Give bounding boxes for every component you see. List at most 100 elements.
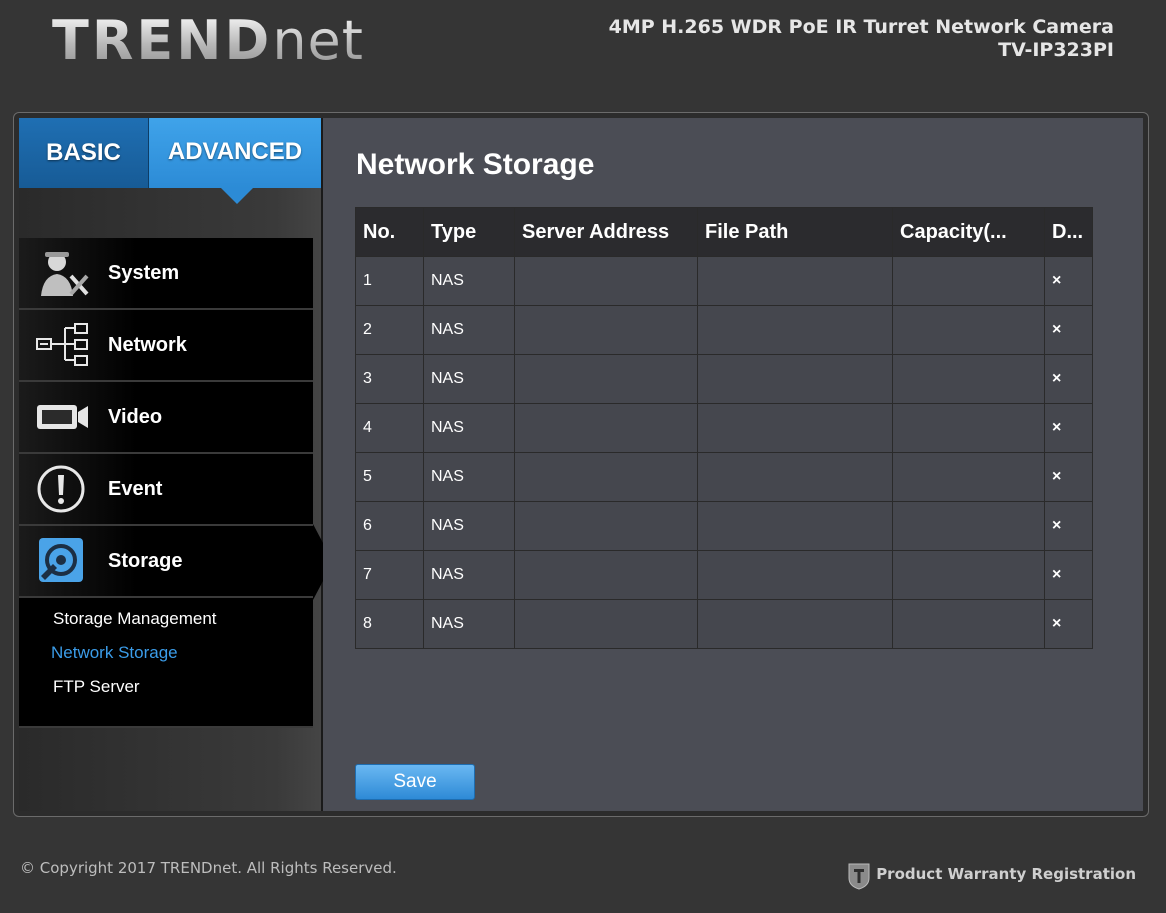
sidebar-item-system[interactable]: System	[19, 238, 313, 310]
tab-basic[interactable]: BASIC	[19, 118, 149, 188]
delete-icon[interactable]: ×	[1044, 354, 1093, 404]
table-row[interactable]: 3 NAS ×	[355, 354, 1093, 404]
submenu-storage-management[interactable]: Storage Management	[19, 602, 313, 636]
cell-server-address	[514, 354, 698, 404]
warranty-link[interactable]: Product Warranty Registration	[848, 858, 1136, 890]
cell-type: NAS	[423, 452, 515, 502]
cell-no: 1	[355, 256, 424, 306]
page-title: Network Storage	[356, 148, 595, 181]
exclamation-icon	[37, 465, 85, 513]
sidebar-item-video[interactable]: Video	[19, 382, 313, 454]
sidebar-item-label: Storage	[108, 550, 183, 572]
table-row[interactable]: 8 NAS ×	[355, 599, 1093, 649]
sidebar-item-label: Network	[108, 334, 187, 356]
cell-file-path	[697, 501, 893, 551]
copyright-text: © Copyright 2017 TRENDnet. All Rights Re…	[20, 859, 397, 877]
table-row[interactable]: 7 NAS ×	[355, 550, 1093, 600]
cell-file-path	[697, 599, 893, 649]
sidebar-menu: System Network Video Event Storage Stora…	[19, 238, 313, 728]
cell-capacity	[892, 305, 1045, 355]
video-camera-icon	[37, 405, 88, 429]
storage-icon	[39, 538, 83, 582]
active-tab-indicator	[221, 188, 253, 204]
cell-file-path	[697, 550, 893, 600]
cell-server-address	[514, 256, 698, 306]
network-storage-table: No. Type Server Address File Path Capaci…	[355, 207, 1093, 649]
table-row[interactable]: 4 NAS ×	[355, 403, 1093, 453]
cell-file-path	[697, 452, 893, 502]
cell-type: NAS	[423, 256, 515, 306]
delete-icon[interactable]: ×	[1044, 403, 1093, 453]
warranty-label: Product Warranty Registration	[876, 865, 1136, 883]
logo-text-thin: net	[272, 9, 364, 72]
cell-server-address	[514, 501, 698, 551]
cell-server-address	[514, 452, 698, 502]
cell-capacity	[892, 403, 1045, 453]
cell-no: 4	[355, 403, 424, 453]
cell-no: 7	[355, 550, 424, 600]
cell-capacity	[892, 452, 1045, 502]
table-row[interactable]: 1 NAS ×	[355, 256, 1093, 306]
header-file-path[interactable]: File Path	[697, 207, 893, 257]
cell-capacity	[892, 599, 1045, 649]
delete-icon[interactable]: ×	[1044, 256, 1093, 306]
sidebar-item-storage[interactable]: Storage	[19, 526, 313, 598]
product-description: 4MP H.265 WDR PoE IR Turret Network Came…	[608, 16, 1114, 38]
cell-server-address	[514, 403, 698, 453]
sidebar: BASIC ADVANCED System Network Video Even…	[19, 118, 323, 811]
delete-icon[interactable]: ×	[1044, 550, 1093, 600]
table-row[interactable]: 6 NAS ×	[355, 501, 1093, 551]
cell-type: NAS	[423, 501, 515, 551]
cell-file-path	[697, 305, 893, 355]
cell-capacity	[892, 501, 1045, 551]
cell-capacity	[892, 354, 1045, 404]
sidebar-item-label: Event	[108, 478, 163, 500]
delete-icon[interactable]: ×	[1044, 599, 1093, 649]
product-info: 4MP H.265 WDR PoE IR Turret Network Came…	[609, 16, 1114, 62]
sidebar-item-label: System	[108, 262, 180, 284]
trendnet-shield-icon	[848, 863, 870, 890]
header-type[interactable]: Type	[423, 207, 515, 257]
delete-icon[interactable]: ×	[1044, 452, 1093, 502]
cell-capacity	[892, 550, 1045, 600]
cell-type: NAS	[423, 599, 515, 649]
storage-submenu: Storage Management Network Storage FTP S…	[19, 598, 313, 728]
cell-capacity	[892, 256, 1045, 306]
header-delete[interactable]: D...	[1044, 207, 1093, 257]
cell-no: 6	[355, 501, 424, 551]
logo-text-main: TREND	[52, 9, 273, 72]
sidebar-item-event[interactable]: Event	[19, 454, 313, 526]
submenu-ftp-server[interactable]: FTP Server	[19, 670, 313, 704]
product-model: TV-IP323PI	[998, 39, 1114, 61]
cell-server-address	[514, 305, 698, 355]
table-header-row: No. Type Server Address File Path Capaci…	[355, 207, 1093, 257]
submenu-network-storage[interactable]: Network Storage	[19, 636, 313, 670]
cell-server-address	[514, 599, 698, 649]
cell-type: NAS	[423, 403, 515, 453]
cell-no: 5	[355, 452, 424, 502]
tab-advanced[interactable]: ADVANCED	[149, 118, 321, 188]
cell-file-path	[697, 256, 893, 306]
cell-type: NAS	[423, 305, 515, 355]
cell-type: NAS	[423, 354, 515, 404]
trendnet-logo: TRENDnet	[52, 10, 364, 72]
table-row[interactable]: 2 NAS ×	[355, 305, 1093, 355]
delete-icon[interactable]: ×	[1044, 305, 1093, 355]
cell-file-path	[697, 403, 893, 453]
system-admin-icon	[41, 252, 89, 296]
header-capacity[interactable]: Capacity(...	[892, 207, 1045, 257]
sidebar-item-label: Video	[108, 406, 163, 428]
table-row[interactable]: 5 NAS ×	[355, 452, 1093, 502]
cell-no: 8	[355, 599, 424, 649]
cell-no: 3	[355, 354, 424, 404]
cell-no: 2	[355, 305, 424, 355]
cell-server-address	[514, 550, 698, 600]
content-panel: Network Storage No. Type Server Address …	[323, 118, 1143, 811]
header-server-address[interactable]: Server Address	[514, 207, 698, 257]
header-no[interactable]: No.	[355, 207, 424, 257]
network-tree-icon	[36, 323, 88, 366]
sidebar-item-network[interactable]: Network	[19, 310, 313, 382]
cell-file-path	[697, 354, 893, 404]
save-button[interactable]: Save	[355, 764, 475, 800]
delete-icon[interactable]: ×	[1044, 501, 1093, 551]
